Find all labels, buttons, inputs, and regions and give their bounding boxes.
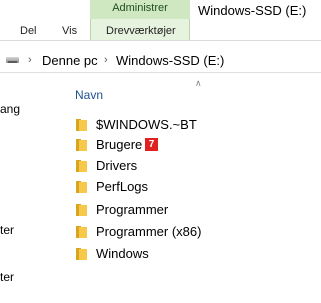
ribbon-divider	[0, 40, 321, 41]
file-name: Brugere	[96, 137, 143, 152]
navigation-pane: ang ter ter	[0, 74, 58, 303]
nav-item[interactable]: ang	[0, 102, 20, 116]
folder-icon	[76, 226, 87, 238]
folder-icon	[76, 204, 87, 216]
folder-icon	[76, 160, 87, 172]
tab-vis[interactable]: Vis	[62, 25, 77, 37]
file-name: PerfLogs	[96, 179, 149, 194]
annotation-badge: 7	[145, 138, 158, 151]
folder-icon	[76, 181, 87, 193]
list-item[interactable]: Programmer	[74, 200, 274, 220]
list-item[interactable]: Windows	[74, 244, 274, 264]
list-item[interactable]: Brugere	[74, 135, 274, 155]
breadcrumb-chevron-icon[interactable]: ›	[28, 54, 32, 66]
tab-drive-tools[interactable]: Drevværktøjer	[106, 25, 176, 37]
breadcrumb-chevron-icon[interactable]: ›	[104, 54, 108, 66]
file-name: Drivers	[96, 158, 138, 173]
file-name: $WINDOWS.~BT	[96, 117, 197, 132]
list-item[interactable]: $WINDOWS.~BT	[74, 115, 274, 135]
sort-up-icon: ∧	[195, 78, 202, 88]
file-name: Programmer	[96, 202, 169, 217]
list-item[interactable]: Programmer (x86)	[74, 222, 274, 242]
list-item[interactable]: PerfLogs	[74, 177, 274, 197]
column-header-name[interactable]: Navn	[75, 88, 103, 102]
ribbon: Administrer Windows-SSD (E:) Del Vis Dre…	[0, 0, 321, 40]
breadcrumb-this-pc[interactable]: Denne pc	[42, 53, 98, 68]
nav-item[interactable]: ter	[0, 223, 14, 237]
list-item[interactable]: Drivers	[74, 156, 274, 176]
breadcrumb-drive[interactable]: Windows-SSD (E:)	[116, 53, 224, 68]
folder-icon	[76, 119, 87, 131]
folder-icon	[76, 139, 87, 151]
file-name: Programmer (x86)	[96, 224, 202, 239]
window-title: Windows-SSD (E:)	[198, 3, 307, 18]
nav-item[interactable]: ter	[0, 270, 14, 284]
file-name: Windows	[96, 246, 149, 261]
context-group-label: Administrer	[112, 2, 168, 14]
drive-icon	[6, 57, 19, 63]
address-bar[interactable]: › Denne pc › Windows-SSD (E:)	[0, 47, 321, 73]
tab-del[interactable]: Del	[20, 25, 37, 37]
folder-icon	[76, 248, 87, 260]
